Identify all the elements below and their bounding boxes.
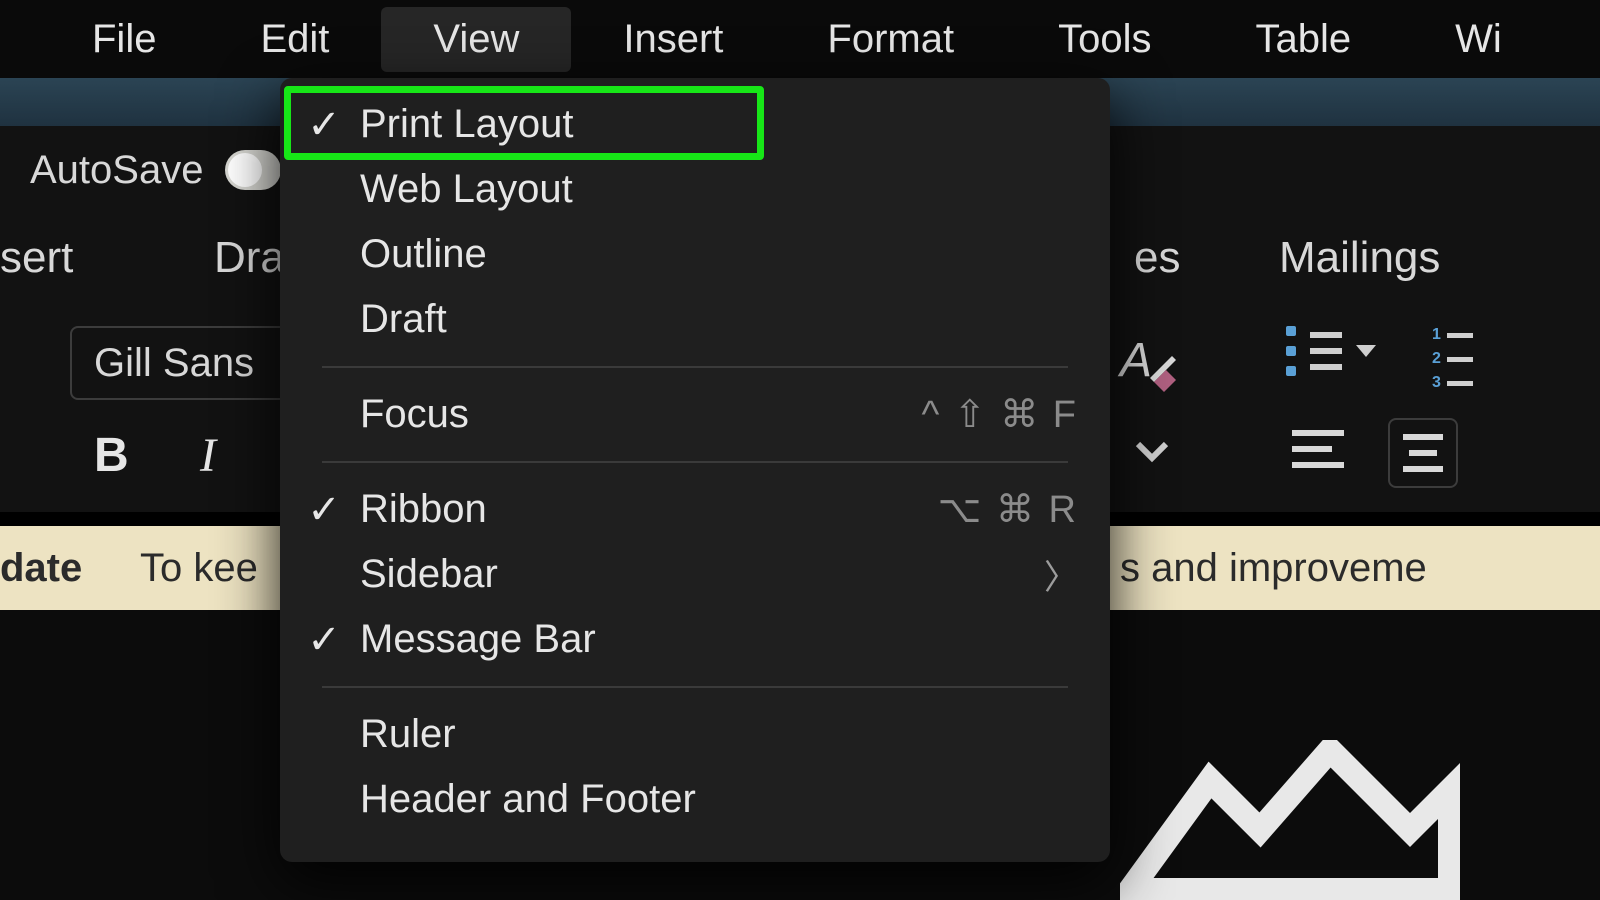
clear-formatting-icon[interactable]: A (1116, 326, 1176, 396)
autosave-toggle-knob (228, 153, 262, 187)
numbered-list-button[interactable]: 1 2 3 (1432, 326, 1473, 392)
menubar-tools[interactable]: Tools (1006, 7, 1203, 72)
bold-button[interactable]: B (94, 428, 129, 483)
menu-item-label: Message Bar (360, 617, 596, 662)
more-styles-chevron-icon[interactable] (1132, 432, 1172, 472)
menu-item-outline[interactable]: Outline (280, 222, 1110, 287)
chevron-down-icon (1356, 345, 1376, 357)
menu-item-print-layout[interactable]: ✓ Print Layout (280, 92, 1110, 157)
autosave-toggle[interactable] (225, 150, 281, 190)
ribbon-tab-mailings[interactable]: Mailings (1245, 227, 1474, 289)
align-left-button[interactable] (1292, 430, 1344, 468)
menu-item-draft[interactable]: Draft (280, 287, 1110, 352)
ribbon-tab-references-partial[interactable]: es (1100, 227, 1214, 289)
menubar-table[interactable]: Table (1204, 7, 1404, 72)
menu-item-message-bar[interactable]: ✓ Message Bar (280, 607, 1110, 672)
menu-item-sidebar[interactable]: Sidebar 〉 (280, 542, 1110, 607)
menu-item-label: Print Layout (360, 102, 573, 147)
app-menubar: File Edit View Insert Format Tools Table… (0, 0, 1600, 78)
menubar-window-partial[interactable]: Wi (1403, 7, 1502, 72)
menu-item-label: Sidebar (360, 552, 498, 597)
menu-separator (322, 366, 1068, 368)
menu-item-shortcut: ^ ⇧ ⌘ F (921, 392, 1078, 437)
ribbon-tab-insert-partial[interactable]: sert (0, 227, 107, 289)
message-bar-text-partial-right: s and improveme (1120, 546, 1427, 591)
menu-item-label: Ruler (360, 712, 456, 757)
check-icon: ✓ (304, 102, 344, 148)
message-bar-heading-partial: date (0, 546, 82, 591)
font-family-value: Gill Sans (94, 341, 254, 386)
menu-item-label: Ribbon (360, 487, 487, 532)
menu-item-ruler[interactable]: Ruler (280, 702, 1110, 767)
bulleted-list-button[interactable] (1286, 326, 1376, 376)
menu-item-header-footer[interactable]: Header and Footer (280, 767, 1110, 832)
align-center-button[interactable] (1388, 418, 1458, 488)
menu-item-label: Focus (360, 392, 469, 437)
font-family-selector[interactable]: Gill Sans (70, 326, 290, 400)
document-graphic-fragment (1120, 740, 1460, 900)
bullet-dots-icon (1286, 326, 1296, 376)
menu-item-focus[interactable]: Focus ^ ⇧ ⌘ F (280, 382, 1110, 447)
menu-item-label: Draft (360, 297, 447, 342)
menubar-edit[interactable]: Edit (208, 7, 381, 72)
menu-item-web-layout[interactable]: Web Layout (280, 157, 1110, 222)
menu-item-ribbon[interactable]: ✓ Ribbon ⌥ ⌘ R (280, 477, 1110, 542)
menubar-insert[interactable]: Insert (571, 7, 775, 72)
menu-separator (322, 461, 1068, 463)
view-menu-dropdown: ✓ Print Layout Web Layout Outline Draft … (280, 78, 1110, 862)
check-icon: ✓ (304, 487, 344, 533)
autosave-label: AutoSave (30, 148, 203, 193)
menu-separator (322, 686, 1068, 688)
svg-text:A: A (1117, 334, 1152, 387)
message-bar-text-partial-left: To kee (140, 546, 258, 591)
bullet-bars-icon (1310, 332, 1342, 370)
menubar-format[interactable]: Format (775, 7, 1006, 72)
menu-item-label: Outline (360, 232, 487, 277)
italic-button[interactable]: I (200, 428, 216, 483)
menu-item-label: Header and Footer (360, 777, 696, 822)
menubar-view[interactable]: View (381, 7, 571, 72)
menu-item-shortcut: ⌥ ⌘ R (938, 487, 1078, 532)
menu-item-label: Web Layout (360, 167, 573, 212)
submenu-arrow-icon: 〉 (1044, 550, 1078, 599)
menubar-file[interactable]: File (40, 7, 208, 72)
check-icon: ✓ (304, 617, 344, 663)
